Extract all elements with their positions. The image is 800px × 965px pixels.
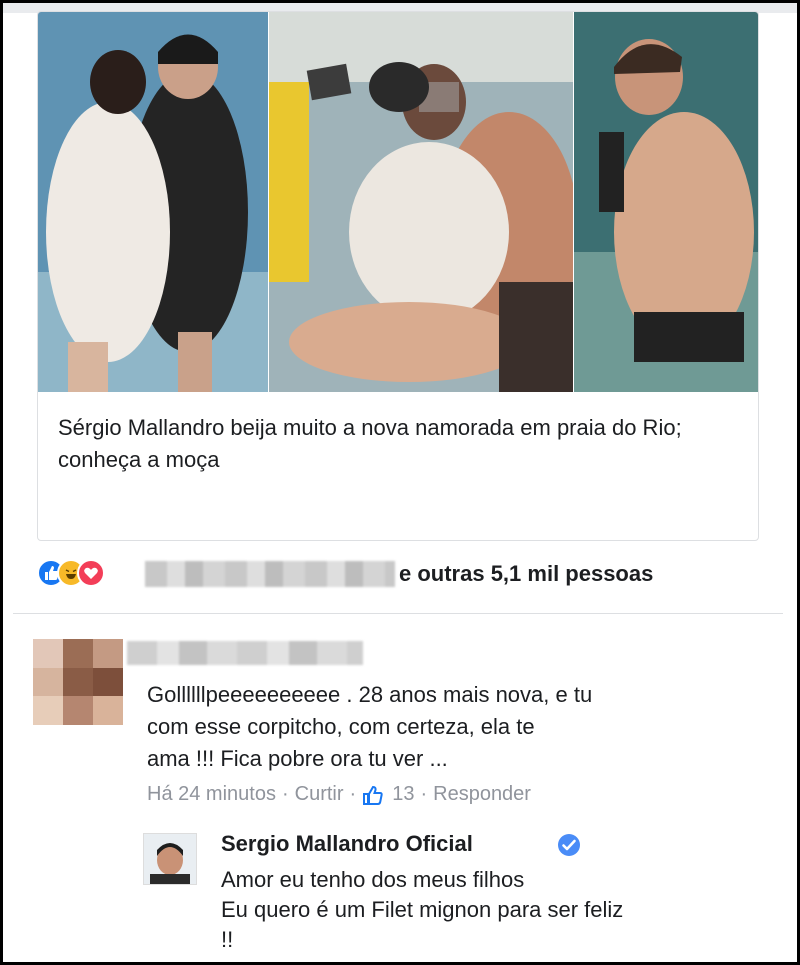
comment-actions: Há 24 minutos · Curtir · 13 · Responder [147,783,531,806]
love-icon [77,559,105,587]
separator-dot: · [420,783,428,805]
blurred-reactor-names [145,561,395,587]
link-preview-card[interactable]: Sérgio Mallandro beija muito a nova namo… [37,11,759,541]
comment-text: Gollllllpeeeeeeeeee . 28 anos mais nova,… [147,682,593,771]
separator-dot: · [281,783,289,805]
reply-link[interactable]: Responder [433,783,531,806]
reply-author-avatar[interactable] [143,833,197,885]
link-photo-man-in-sea[interactable] [574,12,758,392]
verified-badge-icon [558,834,580,856]
reactions-count-text[interactable]: e outras 5,1 mil pessoas [399,561,653,587]
link-photo-selfie[interactable] [269,12,573,392]
blurred-commenter-name [127,641,363,665]
link-photo-couple-kissing[interactable] [38,12,268,392]
comments-divider [13,613,783,614]
separator-dot: · [349,783,357,805]
link-headline[interactable]: Sérgio Mallandro beija muito a nova namo… [58,412,738,476]
thumbs-up-icon [363,785,383,805]
like-link[interactable]: Curtir [295,783,344,806]
like-count[interactable]: 13 [392,783,414,806]
commenter-avatar-pixelated[interactable] [33,639,123,725]
reply-author-name[interactable]: Sergio Mallandro Oficial [221,831,473,857]
screenshot-frame: Sérgio Mallandro beija muito a nova namo… [0,0,800,965]
reply-text: Amor eu tenho dos meus filhos Eu quero é… [221,867,624,952]
comment-timestamp[interactable]: Há 24 minutos [147,783,276,806]
reactions-summary[interactable]: e outras 5,1 mil pessoas [37,555,757,595]
